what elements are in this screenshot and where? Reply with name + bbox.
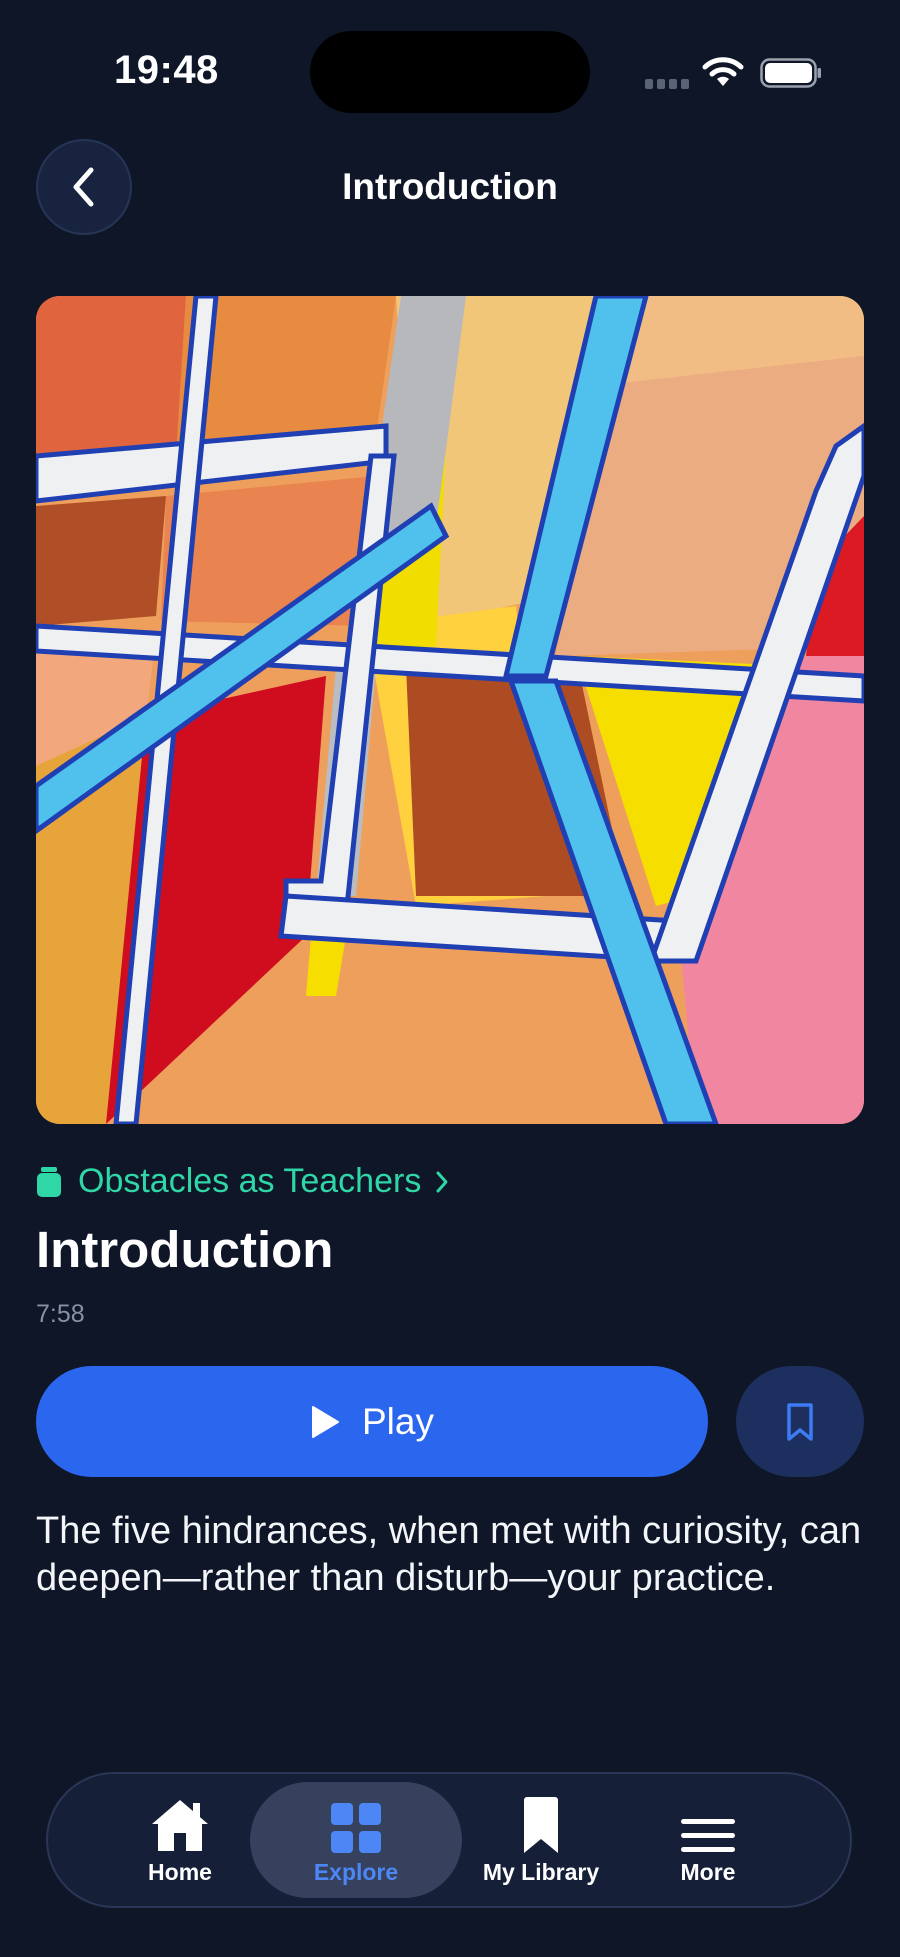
episode-title: Introduction xyxy=(36,1221,334,1278)
wifi-icon xyxy=(702,57,744,86)
bookmark-icon xyxy=(787,1402,813,1441)
page-title: Introduction xyxy=(342,166,558,207)
bookmark-icon xyxy=(524,1796,558,1853)
cellular-signal-icon xyxy=(645,79,689,89)
home-icon xyxy=(152,1799,208,1851)
tab-more[interactable]: More xyxy=(628,1774,788,1906)
dynamic-island xyxy=(310,31,590,113)
episode-artwork xyxy=(36,296,864,1124)
play-icon xyxy=(312,1405,339,1438)
menu-icon xyxy=(681,1818,735,1852)
tab-label: Home xyxy=(148,1858,212,1885)
status-time: 19:48 xyxy=(114,48,219,92)
play-button[interactable]: Play xyxy=(36,1366,708,1477)
tab-home[interactable]: Home xyxy=(110,1774,250,1906)
tab-my-library[interactable]: My Library xyxy=(466,1774,616,1906)
bookmark-button[interactable] xyxy=(736,1366,864,1477)
course-link[interactable]: Obstacles as Teachers xyxy=(36,1162,449,1201)
course-link-label: Obstacles as Teachers xyxy=(78,1162,422,1200)
tab-label: More xyxy=(680,1858,736,1885)
tab-explore[interactable]: Explore xyxy=(250,1782,462,1898)
episode-description: The five hindrances, when met with curio… xyxy=(36,1510,862,1599)
tab-label: My Library xyxy=(482,1858,600,1885)
grid-icon xyxy=(331,1802,381,1853)
play-button-label: Play xyxy=(362,1400,434,1442)
tab-label: Explore xyxy=(313,1858,399,1885)
chevron-right-icon xyxy=(436,1171,448,1192)
course-pack-icon xyxy=(37,1166,61,1197)
episode-duration: 7:58 xyxy=(36,1300,85,1328)
tab-bar: Home Explore My Library More xyxy=(46,1772,852,1908)
battery-icon xyxy=(760,58,821,88)
status-bar: 19:48 xyxy=(0,0,900,140)
